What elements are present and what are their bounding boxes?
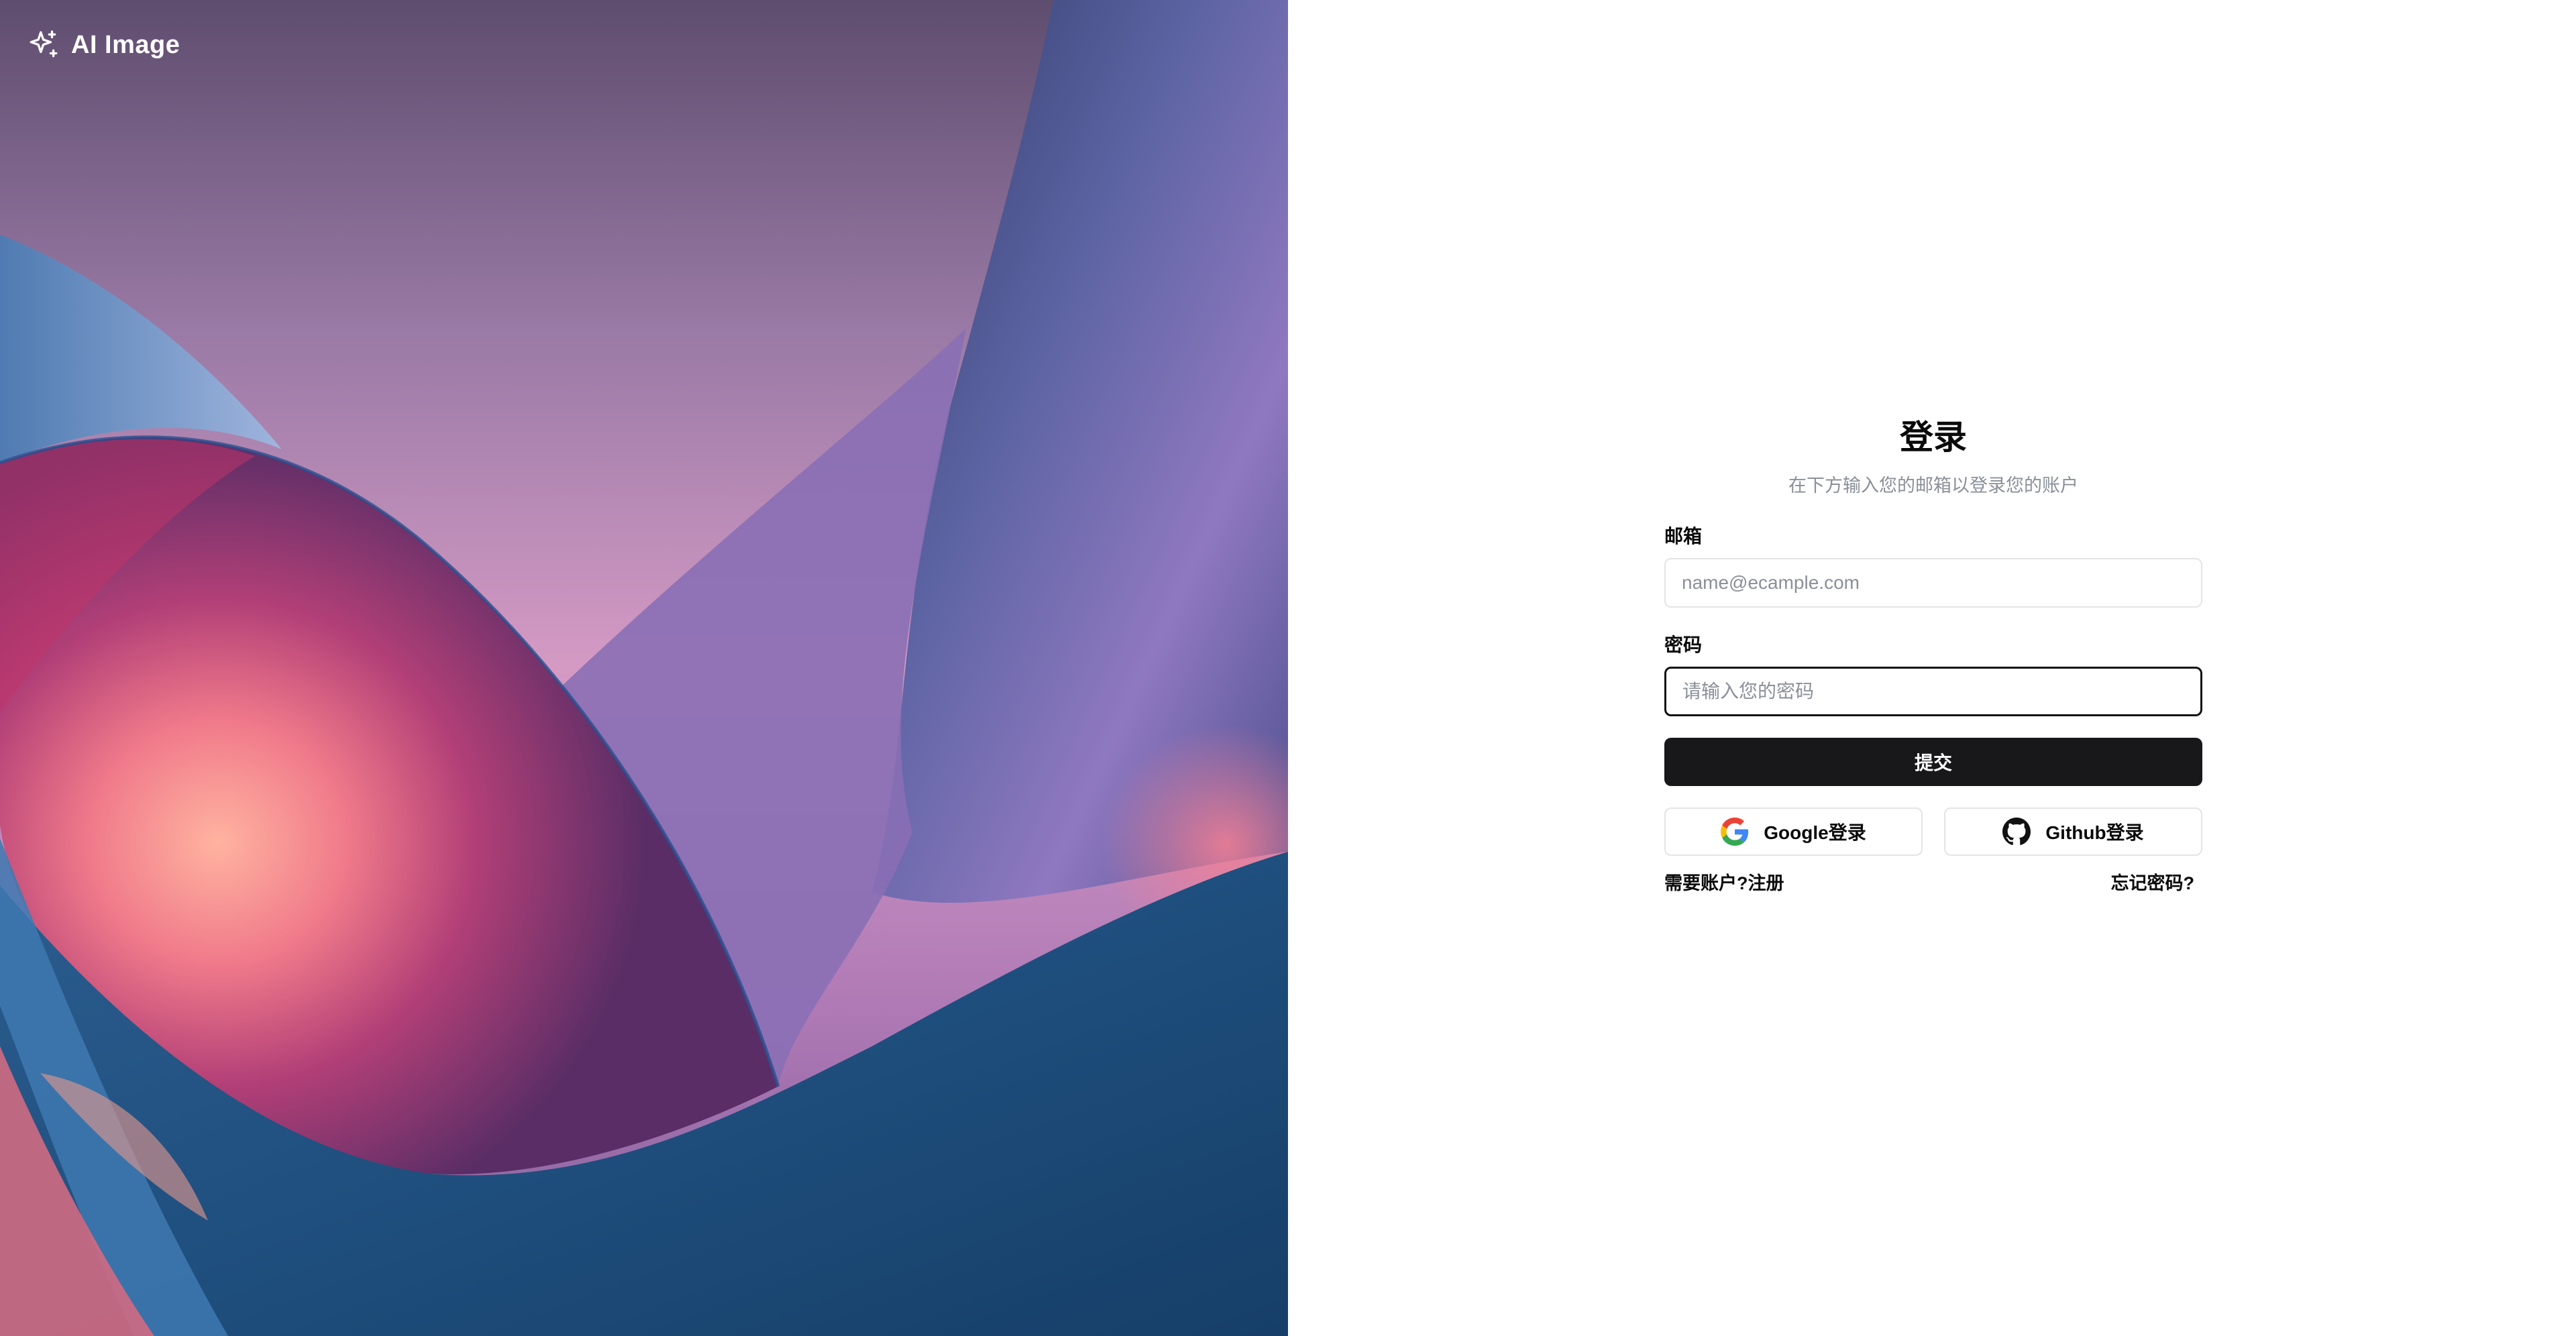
- email-field[interactable]: [1664, 558, 2202, 608]
- submit-button[interactable]: 提交: [1664, 738, 2202, 786]
- abstract-background-image: [0, 0, 1288, 1336]
- google-login-label: Google登录: [1764, 822, 1866, 843]
- register-prompt: 需要账户? 注册: [1664, 869, 1784, 895]
- page-title: 登录: [1900, 419, 1967, 456]
- page-subtitle: 在下方输入您的邮箱以登录您的账户: [1788, 476, 2078, 496]
- github-icon: [2002, 818, 2031, 845]
- hero-image-panel: AI Image: [0, 0, 1288, 1336]
- google-icon: [1721, 818, 1749, 846]
- brand-name: AI Image: [71, 30, 180, 59]
- github-login-button[interactable]: Github登录: [1944, 808, 2202, 856]
- github-login-label: Github登录: [2045, 822, 2144, 843]
- form-footer: 需要账户? 注册 忘记密码?: [1664, 868, 2202, 895]
- login-panel: 登录 在下方输入您的邮箱以登录您的账户 邮箱 密码 提交 Google登录: [1288, 0, 2576, 1336]
- register-link[interactable]: 注册: [1748, 869, 1784, 895]
- google-login-button[interactable]: Google登录: [1664, 808, 1923, 856]
- oauth-buttons: Google登录 Github登录: [1664, 808, 2202, 856]
- forgot-password-link[interactable]: 忘记密码?: [2111, 869, 2203, 895]
- need-account-text: 需要账户?: [1664, 873, 1748, 893]
- brand-logo[interactable]: AI Image: [27, 28, 180, 62]
- email-label: 邮箱: [1664, 526, 1703, 547]
- login-form: 登录 在下方输入您的邮箱以登录您的账户 邮箱 密码 提交 Google登录: [1664, 409, 2202, 895]
- password-field[interactable]: [1664, 667, 2202, 716]
- password-label: 密码: [1664, 634, 1703, 655]
- sparkles-icon: [30, 30, 58, 58]
